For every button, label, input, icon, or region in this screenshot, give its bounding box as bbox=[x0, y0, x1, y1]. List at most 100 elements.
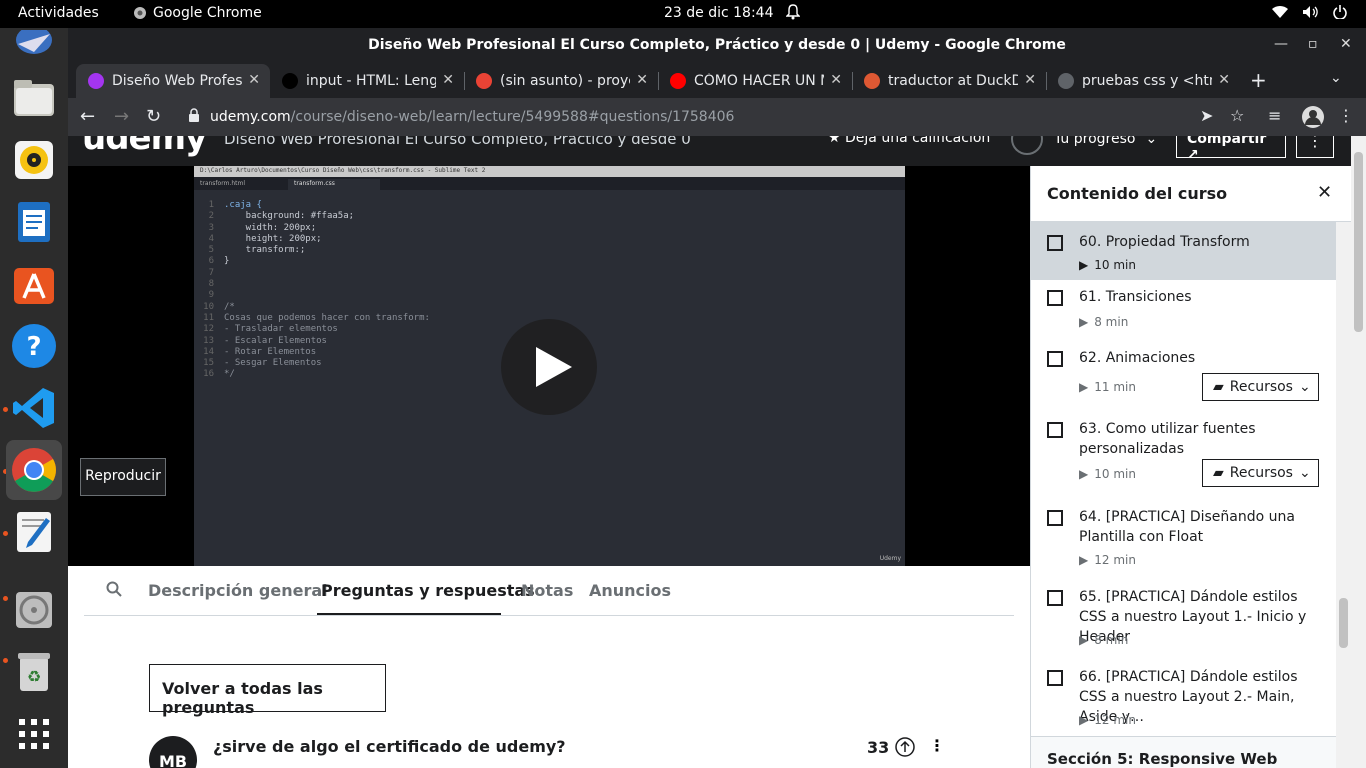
rhythmbox-icon[interactable] bbox=[10, 136, 58, 184]
lecture-item[interactable]: 66. [PRACTICA] Dándole estilos CSS a nue… bbox=[1031, 660, 1336, 740]
tab-duckduckgo[interactable]: traductor at DuckDuckGo ✕ bbox=[852, 64, 1046, 98]
minimize-button[interactable]: — bbox=[1274, 36, 1288, 52]
tab-udemy[interactable]: Diseño Web Profesional ✕ bbox=[76, 64, 270, 98]
reload-icon[interactable]: ↻ bbox=[146, 106, 161, 127]
new-tab-icon[interactable]: + bbox=[1250, 68, 1267, 92]
lecture-checkbox[interactable] bbox=[1047, 290, 1063, 306]
close-tab-icon[interactable]: ✕ bbox=[1024, 72, 1036, 88]
vscode-icon[interactable] bbox=[10, 384, 58, 432]
search-icon[interactable] bbox=[106, 581, 122, 601]
tab-strip: Diseño Web Profesional ✕ input - HTML: L… bbox=[68, 62, 1366, 98]
lecture-checkbox[interactable] bbox=[1047, 590, 1063, 606]
lecture-item[interactable]: 65. [PRACTICA] Dándole estilos CSS a nue… bbox=[1031, 580, 1336, 660]
close-tab-icon[interactable]: ✕ bbox=[248, 72, 260, 88]
lecture-item[interactable]: 61. Transiciones ▶ 8 min bbox=[1031, 280, 1336, 340]
progress-label: Tu progreso bbox=[1054, 136, 1136, 147]
lecture-title: 61. Transiciones bbox=[1079, 289, 1192, 305]
play-button[interactable] bbox=[501, 319, 597, 415]
question-item[interactable]: MB ¿sirve de algo el certificado de udem… bbox=[149, 734, 979, 768]
lecture-item[interactable]: 60. Propiedad Transform ▶ 10 min bbox=[1031, 222, 1336, 280]
url-path: /course/diseno-web/learn/lecture/5499588… bbox=[290, 109, 735, 125]
udemy-logo[interactable]: udemy bbox=[82, 136, 207, 158]
files-icon[interactable] bbox=[10, 74, 58, 122]
lecture-checkbox[interactable] bbox=[1047, 422, 1063, 438]
code-line: 14- Rotar Elementos bbox=[203, 346, 317, 357]
thunderbird-icon[interactable] bbox=[10, 28, 58, 62]
section-title: Sección 5: Responsive Web bbox=[1047, 750, 1278, 768]
close-icon[interactable]: ✕ bbox=[1317, 182, 1332, 203]
tab-search-icon[interactable]: ⌄ bbox=[1330, 70, 1342, 86]
tab-pruebas[interactable]: pruebas css y <html> ✕ bbox=[1046, 64, 1240, 98]
back-icon[interactable]: ← bbox=[80, 106, 95, 127]
help-icon[interactable]: ? bbox=[10, 322, 58, 370]
profile-avatar-icon[interactable] bbox=[1302, 106, 1324, 133]
lecture-checkbox[interactable] bbox=[1047, 670, 1063, 686]
more-options-button[interactable]: ⋮ bbox=[1296, 136, 1334, 158]
lecture-item[interactable]: 64. [PRACTICA] Diseñando una Plantilla c… bbox=[1031, 500, 1336, 580]
page-scrollbar[interactable] bbox=[1351, 136, 1366, 768]
resources-dropdown[interactable]: ▰ Recursos ⌄ bbox=[1202, 459, 1319, 487]
question-more-icon[interactable]: ⋮ bbox=[929, 736, 945, 755]
video-player[interactable]: D:\Carlos Arturo\Documentos\Curso Diseño… bbox=[68, 166, 1030, 566]
back-to-questions-button[interactable]: Volver a todas las preguntas bbox=[149, 664, 386, 717]
lecture-checkbox[interactable] bbox=[1047, 351, 1063, 367]
tab-notes[interactable]: Notas bbox=[521, 581, 573, 600]
svg-text:?: ? bbox=[26, 332, 41, 362]
system-tray[interactable] bbox=[1272, 5, 1348, 19]
editor-tab: transform.css bbox=[288, 179, 380, 190]
youtube-favicon-icon bbox=[670, 73, 686, 89]
send-icon[interactable]: ➤ bbox=[1200, 106, 1213, 125]
chrome-menu-icon[interactable]: ⋮ bbox=[1338, 106, 1354, 125]
text-editor-icon[interactable] bbox=[10, 508, 58, 556]
close-tab-icon[interactable]: ✕ bbox=[636, 72, 648, 88]
maximize-button[interactable]: ▫ bbox=[1308, 36, 1318, 52]
upvote-button[interactable]: 33 bbox=[867, 737, 916, 757]
resources-dropdown[interactable]: ▰ Recursos ⌄ bbox=[1202, 373, 1319, 401]
close-window-button[interactable]: ✕ bbox=[1340, 36, 1352, 52]
progress-button[interactable]: Tu progreso ⌄ bbox=[1010, 136, 1157, 156]
lock-icon[interactable] bbox=[188, 108, 200, 126]
tab-announcements[interactable]: Anuncios bbox=[589, 581, 671, 600]
ubuntu-software-icon[interactable] bbox=[10, 260, 58, 308]
code-line: 15- Sesgar Elementos bbox=[203, 358, 322, 369]
editor-title: D:\Carlos Arturo\Documentos\Curso Diseño… bbox=[194, 166, 905, 177]
lecture-checkbox[interactable] bbox=[1047, 510, 1063, 526]
lecture-duration: ▶ 10 min bbox=[1079, 258, 1136, 272]
lecture-item[interactable]: 63. Como utilizar fuentes personalizadas… bbox=[1031, 412, 1336, 500]
globe-favicon-icon bbox=[1058, 73, 1074, 89]
close-tab-icon[interactable]: ✕ bbox=[830, 72, 842, 88]
tab-qa[interactable]: Preguntas y respuestas bbox=[321, 581, 535, 600]
libreoffice-writer-icon[interactable] bbox=[10, 198, 58, 246]
scrollbar-thumb[interactable] bbox=[1354, 152, 1363, 332]
sidebar-scrollbar[interactable] bbox=[1336, 222, 1351, 768]
activities-button[interactable]: Actividades bbox=[18, 5, 99, 21]
close-tab-icon[interactable]: ✕ bbox=[1218, 72, 1230, 88]
bookmark-star-icon[interactable]: ☆ bbox=[1230, 106, 1244, 125]
trash-icon[interactable]: ♻ bbox=[10, 648, 58, 696]
notification-bell-icon[interactable] bbox=[785, 4, 801, 24]
address-bar[interactable]: udemy.com/course/diseno-web/learn/lectur… bbox=[188, 102, 1348, 132]
lecture-checkbox[interactable] bbox=[1047, 235, 1063, 251]
rate-course-button[interactable]: ★ Deja una calificación bbox=[828, 136, 990, 146]
close-tab-icon[interactable]: ✕ bbox=[442, 72, 454, 88]
upvote-arrow-icon bbox=[895, 737, 916, 757]
share-arrow-icon: ↗ bbox=[1187, 147, 1199, 163]
scrollbar-thumb[interactable] bbox=[1339, 598, 1348, 648]
tab-overview[interactable]: Descripción general bbox=[148, 581, 328, 600]
tab-mdn[interactable]: input - HTML: Lenguaje ✕ bbox=[270, 64, 464, 98]
tab-gmail[interactable]: (sin asunto) - proyecto ✕ bbox=[464, 64, 658, 98]
course-title[interactable]: Diseño Web Profesional El Curso Completo… bbox=[224, 136, 691, 148]
share-button[interactable]: Compartir ↗ bbox=[1176, 136, 1286, 163]
chrome-dock-icon[interactable] bbox=[6, 440, 62, 500]
question-title[interactable]: ¿sirve de algo el certificado de udemy? bbox=[213, 737, 566, 756]
lecture-item[interactable]: 62. Animaciones ▶ 11 min ▰ Recursos ⌄ bbox=[1031, 340, 1336, 412]
forward-icon[interactable]: → bbox=[114, 106, 129, 127]
code-line: 12- Trasladar elementos bbox=[203, 324, 338, 335]
media-control-icon[interactable]: ≡ bbox=[1268, 106, 1281, 125]
disc-drive-icon[interactable] bbox=[10, 586, 58, 634]
clock[interactable]: 23 de dic 18:44 bbox=[664, 5, 773, 21]
next-section-header[interactable]: Sección 5: Responsive Web bbox=[1031, 736, 1336, 768]
tab-youtube[interactable]: CÓMO HACER UN MENÚ ✕ bbox=[658, 64, 852, 98]
app-menu[interactable]: Google Chrome bbox=[133, 5, 262, 21]
show-applications-icon[interactable] bbox=[10, 710, 58, 758]
